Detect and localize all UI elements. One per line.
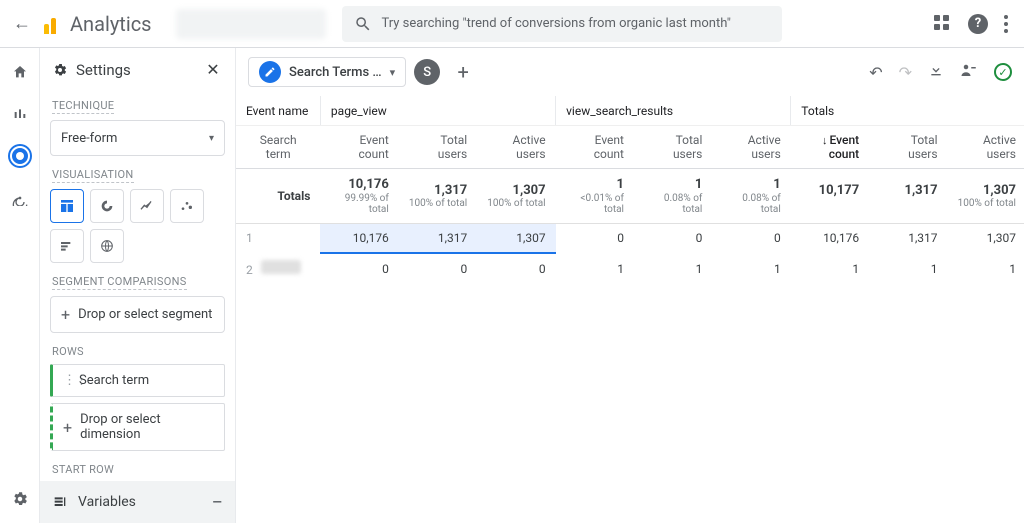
viz-donut-icon[interactable]: [90, 189, 124, 223]
plus-icon: +: [63, 418, 72, 437]
nav-rail: [0, 48, 40, 523]
sort-desc-icon: ↓: [822, 134, 828, 147]
col-group-view-search-results: view_search_results: [556, 96, 791, 126]
rows-dimension-chip[interactable]: ⋮⋮ Search term: [50, 364, 225, 397]
search-icon: [354, 15, 372, 33]
nav-explore-icon[interactable]: [8, 144, 32, 168]
col-group-totals: Totals: [791, 96, 1024, 126]
term-redacted: [261, 260, 301, 274]
redo-icon[interactable]: ↷: [899, 63, 912, 82]
col-vsr-active-users[interactable]: Active users: [712, 126, 790, 169]
tab-avatar[interactable]: S: [414, 59, 440, 85]
search-input[interactable]: Try searching "trend of conversions from…: [342, 6, 782, 42]
viz-line-icon[interactable]: [130, 189, 164, 223]
gear-icon: [52, 62, 68, 78]
variables-icon: [52, 494, 68, 510]
totals-label: Totals: [236, 169, 320, 224]
plus-icon: +: [61, 305, 70, 324]
totals-row: Totals 10,17699.99% of total 1,317100% o…: [236, 169, 1024, 224]
tab-chip[interactable]: Search Terms … ▾: [248, 57, 406, 87]
table-row[interactable]: 1 10,176 1,317 1,307 0 0 0 10,176 1,317 …: [236, 223, 1024, 253]
apps-icon[interactable]: [934, 15, 952, 33]
viz-grid: [50, 189, 225, 263]
col-pv-active-users[interactable]: Active users: [477, 126, 555, 169]
viz-table-icon[interactable]: [50, 189, 84, 223]
tab-label: Search Terms …: [289, 65, 382, 80]
analytics-logo-icon: [44, 14, 64, 34]
settings-panel: Settings ✕ TECHNIQUE Free-form ▾ VISUALI…: [40, 48, 236, 523]
top-header: ← Analytics Try searching "trend of conv…: [0, 0, 1024, 48]
logo-wrap[interactable]: Analytics: [36, 12, 160, 36]
main-content: Search Terms … ▾ S + ↶ ↷ ✓ Event name pa…: [236, 48, 1024, 523]
col-pv-event-count[interactable]: Event count: [320, 126, 398, 169]
back-button[interactable]: ←: [8, 13, 36, 34]
col-tot-total-users[interactable]: Total users: [869, 126, 947, 169]
download-icon[interactable]: [928, 62, 944, 82]
nav-admin-icon[interactable]: [8, 487, 32, 511]
property-selector[interactable]: [176, 9, 326, 39]
undo-icon[interactable]: ↶: [869, 63, 882, 82]
col-vsr-total-users[interactable]: Total users: [634, 126, 712, 169]
chevron-down-icon: ▾: [390, 66, 396, 79]
viz-geo-icon[interactable]: [90, 229, 124, 263]
segment-drop-text: Drop or select segment: [78, 307, 212, 322]
more-menu-icon[interactable]: [1004, 15, 1008, 33]
rows-label: ROWS: [52, 345, 223, 358]
variables-bar[interactable]: Variables −: [40, 481, 235, 523]
search-placeholder: Try searching "trend of conversions from…: [382, 16, 731, 31]
technique-label: TECHNIQUE: [52, 99, 114, 114]
settings-title: Settings: [76, 61, 131, 79]
table-row[interactable]: 2 0 0 0 1 1 1 1 1 1: [236, 253, 1024, 284]
rows-dropzone[interactable]: + Drop or select dimension: [50, 403, 225, 451]
viz-scatter-icon[interactable]: [170, 189, 204, 223]
collapse-icon[interactable]: −: [212, 490, 223, 514]
app-title: Analytics: [70, 12, 152, 36]
edit-icon: [259, 61, 281, 83]
close-icon[interactable]: ✕: [203, 60, 223, 79]
status-ok-icon[interactable]: ✓: [994, 63, 1012, 81]
nav-advertising-icon[interactable]: [8, 186, 32, 210]
segment-label: SEGMENT COMPARISONS: [52, 275, 187, 290]
col-group-page-view: page_view: [320, 96, 555, 126]
nav-reports-icon[interactable]: [8, 102, 32, 126]
technique-dropdown[interactable]: Free-form ▾: [50, 120, 225, 156]
col-group-event-name: Event name: [236, 96, 320, 126]
segment-dropzone[interactable]: + Drop or select segment: [50, 296, 225, 333]
add-tab-button[interactable]: +: [448, 60, 478, 84]
viz-bar-icon[interactable]: [50, 229, 84, 263]
rows-drop-text: Drop or select dimension: [80, 412, 214, 442]
chevron-down-icon: ▾: [209, 133, 214, 144]
share-remove-icon[interactable]: [960, 61, 978, 83]
col-search-term[interactable]: Search term: [236, 126, 320, 169]
explore-toolbar: Search Terms … ▾ S + ↶ ↷ ✓: [236, 48, 1024, 96]
start-row-label: START ROW: [52, 463, 223, 476]
nav-home-icon[interactable]: [8, 60, 32, 84]
col-tot-active-users[interactable]: Active users: [948, 126, 1024, 169]
col-pv-total-users[interactable]: Total users: [399, 126, 477, 169]
col-vsr-event-count[interactable]: Event count: [556, 126, 634, 169]
variables-label: Variables: [78, 494, 136, 510]
col-tot-event-count[interactable]: ↓Event count: [791, 126, 869, 169]
visualisation-label: VISUALISATION: [52, 168, 134, 183]
data-table: Event name page_view view_search_results…: [236, 96, 1024, 284]
rows-value: Search term: [79, 373, 149, 388]
drag-handle-icon: ⋮⋮: [63, 373, 71, 388]
help-icon[interactable]: ?: [968, 14, 988, 34]
technique-value: Free-form: [61, 131, 117, 146]
